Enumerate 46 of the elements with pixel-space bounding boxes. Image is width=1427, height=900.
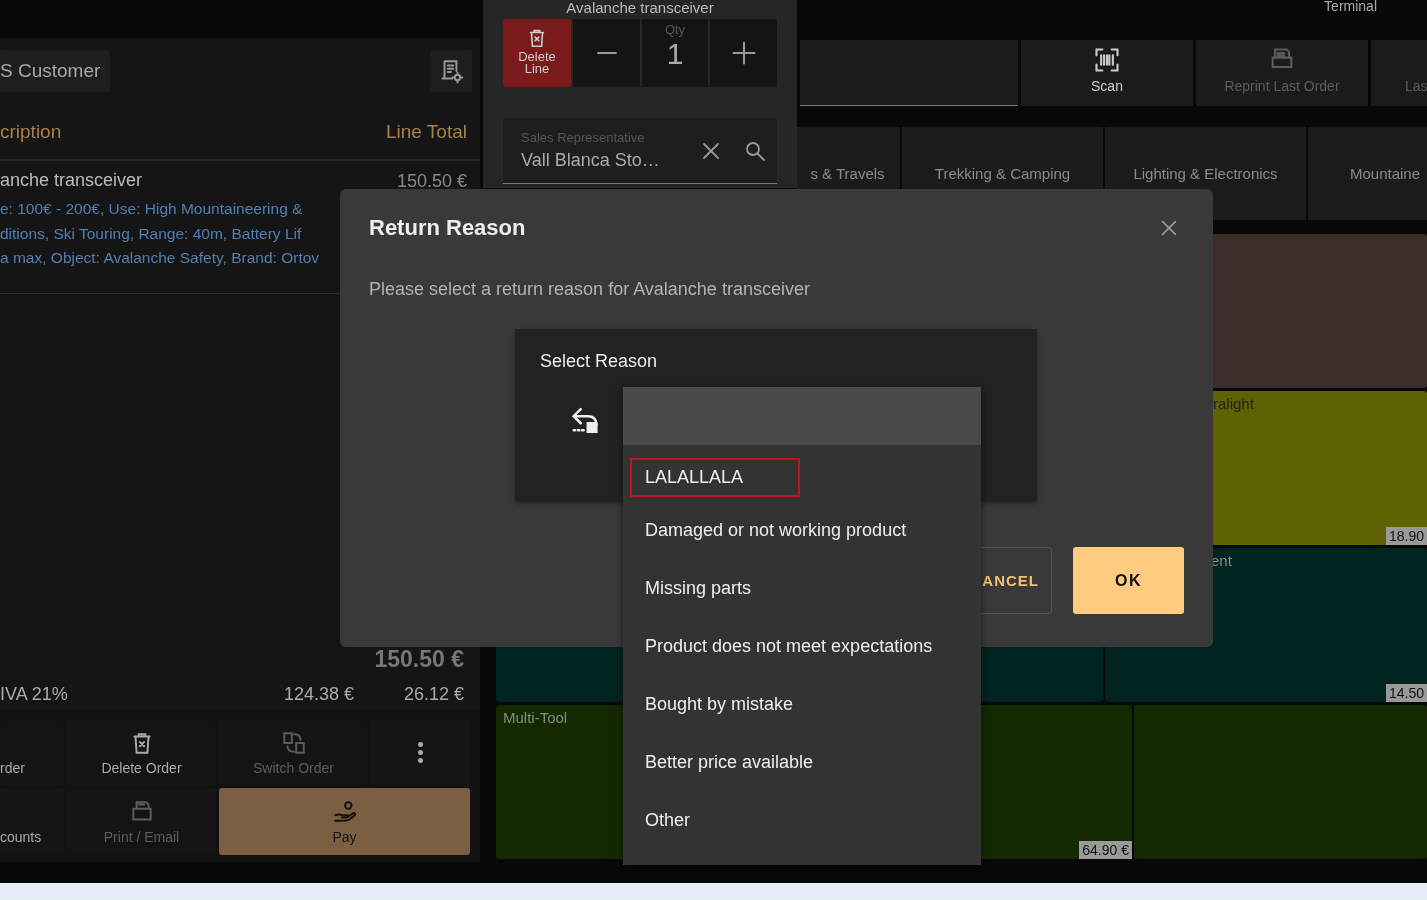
category-tab[interactable]: Mountaine bbox=[1308, 127, 1427, 220]
dropdown-option[interactable]: Missing parts bbox=[630, 568, 767, 608]
order-total: 150.50 € bbox=[373, 646, 464, 673]
blank-option[interactable] bbox=[623, 387, 981, 445]
delete-line-button[interactable]: Delete Line bbox=[503, 19, 571, 87]
barcode-scan-icon bbox=[1093, 46, 1121, 74]
ok-button[interactable]: OK bbox=[1073, 547, 1184, 614]
product-name: ralight bbox=[1213, 395, 1254, 412]
description-line: ditions, Ski Touring, Range: 40m, Battery Lif bbox=[0, 223, 302, 244]
customer-button[interactable]: S Customer bbox=[0, 50, 110, 92]
column-header: cription bbox=[0, 120, 62, 143]
field-value: Vall Blanca Sto… bbox=[521, 150, 661, 171]
product-tile[interactable] bbox=[1210, 234, 1427, 388]
line-name: anche transceiver bbox=[0, 170, 143, 191]
quantity-field[interactable]: Qty 1 bbox=[642, 19, 708, 87]
tax-label: IVA 21% bbox=[0, 683, 69, 705]
dropdown-option[interactable]: Damaged or not working product bbox=[630, 510, 922, 550]
terminal-label: Terminal bbox=[1324, 0, 1377, 12]
description-line: e: 100€ - 200€, Use: High Mountaineering & bbox=[0, 199, 303, 219]
column-header: Line Total bbox=[386, 120, 467, 143]
receipt-settings-button[interactable] bbox=[430, 50, 472, 92]
product-tile[interactable] bbox=[1134, 705, 1427, 859]
receipt-gear-icon bbox=[438, 58, 464, 84]
price-tag: 14.50 bbox=[1385, 684, 1427, 702]
swap-documents-icon bbox=[280, 730, 307, 756]
dropdown-option[interactable]: Better price available bbox=[630, 742, 829, 782]
decrease-button[interactable] bbox=[573, 19, 640, 87]
hand-coin-icon bbox=[331, 799, 358, 825]
dropdown-option[interactable]: Bought by mistake bbox=[630, 684, 809, 724]
dropdown-option[interactable]: Other bbox=[630, 800, 706, 840]
more-icon bbox=[418, 742, 423, 763]
product-title: Avalanche transceiver bbox=[566, 0, 714, 17]
price-tag: 64.90 € bbox=[1079, 841, 1132, 859]
product-tile[interactable]: ralight 18.90 bbox=[1210, 391, 1427, 545]
tax-amount: 26.12 € bbox=[402, 683, 464, 705]
search-field[interactable] bbox=[800, 40, 1018, 106]
dropdown-option[interactable]: Product does not meet expectations bbox=[630, 626, 948, 666]
product-name: Multi-Tool bbox=[503, 709, 568, 726]
field-label: Select Reason bbox=[540, 351, 659, 372]
dropdown-option[interactable]: LALALLALA bbox=[630, 458, 800, 497]
increase-button[interactable] bbox=[710, 19, 777, 87]
price-tag: 18.90 bbox=[1385, 527, 1427, 545]
toolbar-button[interactable]: Scan bbox=[1021, 40, 1193, 106]
description-line: a max, Object: Avalanche Safety, Brand: Ortov bbox=[0, 248, 320, 268]
line-total: 150.50 € bbox=[396, 171, 467, 192]
tax-base: 124.38 € bbox=[282, 683, 354, 705]
